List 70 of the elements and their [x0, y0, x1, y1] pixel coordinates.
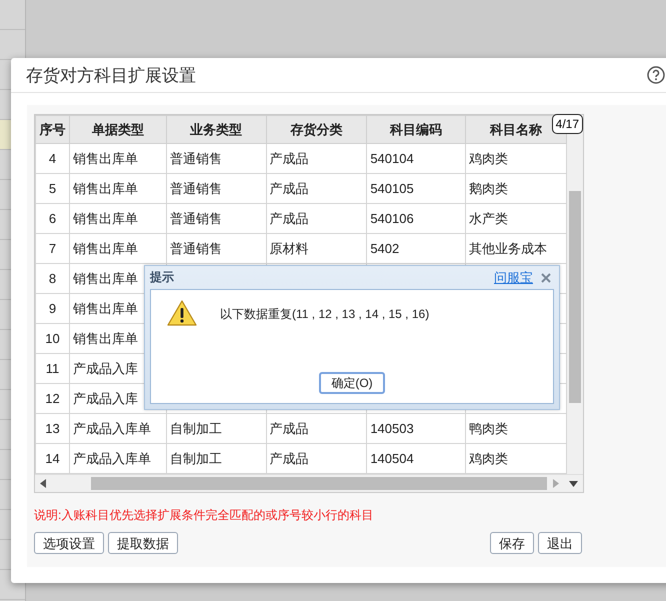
page-counter: 4/17 [552, 114, 583, 134]
row-number: 6 [48, 211, 56, 226]
window-title: 存货对方科目扩展设置 [26, 64, 197, 86]
close-icon[interactable] [541, 272, 551, 282]
table-cell: 销售出库单 [72, 240, 138, 256]
table-cell: 鹅肉类 [469, 180, 508, 196]
table-cell: 销售出库单 [72, 330, 138, 346]
table-cell: 140504 [370, 451, 414, 466]
table-cell: 140503 [370, 421, 414, 436]
table-cell: 540106 [370, 211, 414, 226]
row-number: 5 [48, 181, 56, 196]
note-text: 说明:入账科目优先选择扩展条件完全匹配的或序号较小行的科目 [34, 507, 374, 524]
row-number: 13 [45, 421, 60, 436]
left-arrow-icon[interactable] [40, 479, 46, 488]
table-cell: 产成品 [270, 450, 309, 466]
scroll-thumb[interactable] [91, 477, 547, 490]
table-cell: 540105 [370, 181, 414, 196]
action-button[interactable]: 选项设置 [34, 532, 104, 554]
table-cell: 鸡肉类 [469, 150, 508, 166]
row-number: 8 [48, 271, 56, 286]
table-cell: 水产类 [469, 210, 508, 226]
action-button[interactable]: 提取数据 [108, 532, 178, 554]
row-number: 10 [45, 331, 60, 346]
alert-title: 提示 [150, 269, 175, 286]
table-cell: 普通销售 [170, 240, 222, 256]
table-cell: 产成品入库 [72, 360, 138, 376]
table-cell: 销售出库单 [72, 270, 138, 286]
table-cell: 540104 [370, 151, 414, 166]
table-cell: 5402 [370, 241, 400, 256]
action-button[interactable]: 退出 [538, 532, 582, 554]
column-header: 业务类型 [166, 116, 266, 144]
row-number: 7 [48, 241, 56, 256]
table-cell: 产成品 [270, 420, 309, 436]
column-header: 序号 [36, 116, 70, 144]
table-cell: 原材料 [270, 240, 309, 256]
table-cell: 其他业务成本 [469, 240, 548, 256]
scroll-thumb[interactable] [569, 191, 582, 403]
alert-message: 以下数据重复(11 , 12 , 13 , 14 , 15 , 16) [220, 306, 430, 323]
ok-button[interactable]: 确定(O) [319, 372, 385, 394]
horizontal-scrollbar[interactable] [35, 474, 583, 492]
table-cell: 产成品 [270, 180, 309, 196]
column-header: 单据类型 [69, 116, 166, 144]
table-cell: 普通销售 [170, 180, 222, 196]
table-cell: 销售出库单 [72, 150, 138, 166]
column-header: 科目编码 [366, 116, 466, 144]
warning-icon [167, 300, 197, 326]
table-cell: 普通销售 [170, 150, 222, 166]
table-cell: 产成品入库 [72, 390, 138, 406]
row-number: 11 [46, 361, 60, 376]
table-cell: 自制加工 [170, 450, 222, 466]
table-cell: 销售出库单 [72, 180, 138, 196]
down-arrow-icon[interactable] [569, 480, 578, 486]
table-cell: 产成品 [270, 150, 309, 166]
help-icon[interactable] [647, 66, 665, 84]
right-arrow-icon[interactable] [553, 479, 559, 488]
table-cell: 自制加工 [170, 420, 222, 436]
row-number: 14 [45, 451, 60, 466]
table-cell: 销售出库单 [72, 210, 138, 226]
table-cell: 鸭肉类 [469, 420, 508, 436]
table-cell: 产成品入库单 [72, 420, 151, 436]
table-cell: 鸡肉类 [469, 450, 508, 466]
column-header: 存货分类 [266, 116, 367, 144]
row-number: 9 [48, 301, 56, 316]
action-button[interactable]: 保存 [490, 532, 534, 554]
row-number: 12 [45, 391, 60, 406]
table-cell: 普通销售 [170, 210, 222, 226]
row-number: 4 [48, 151, 56, 166]
table-cell: 产成品入库单 [72, 450, 151, 466]
table-cell: 产成品 [270, 210, 309, 226]
table-cell: 销售出库单 [72, 300, 138, 316]
